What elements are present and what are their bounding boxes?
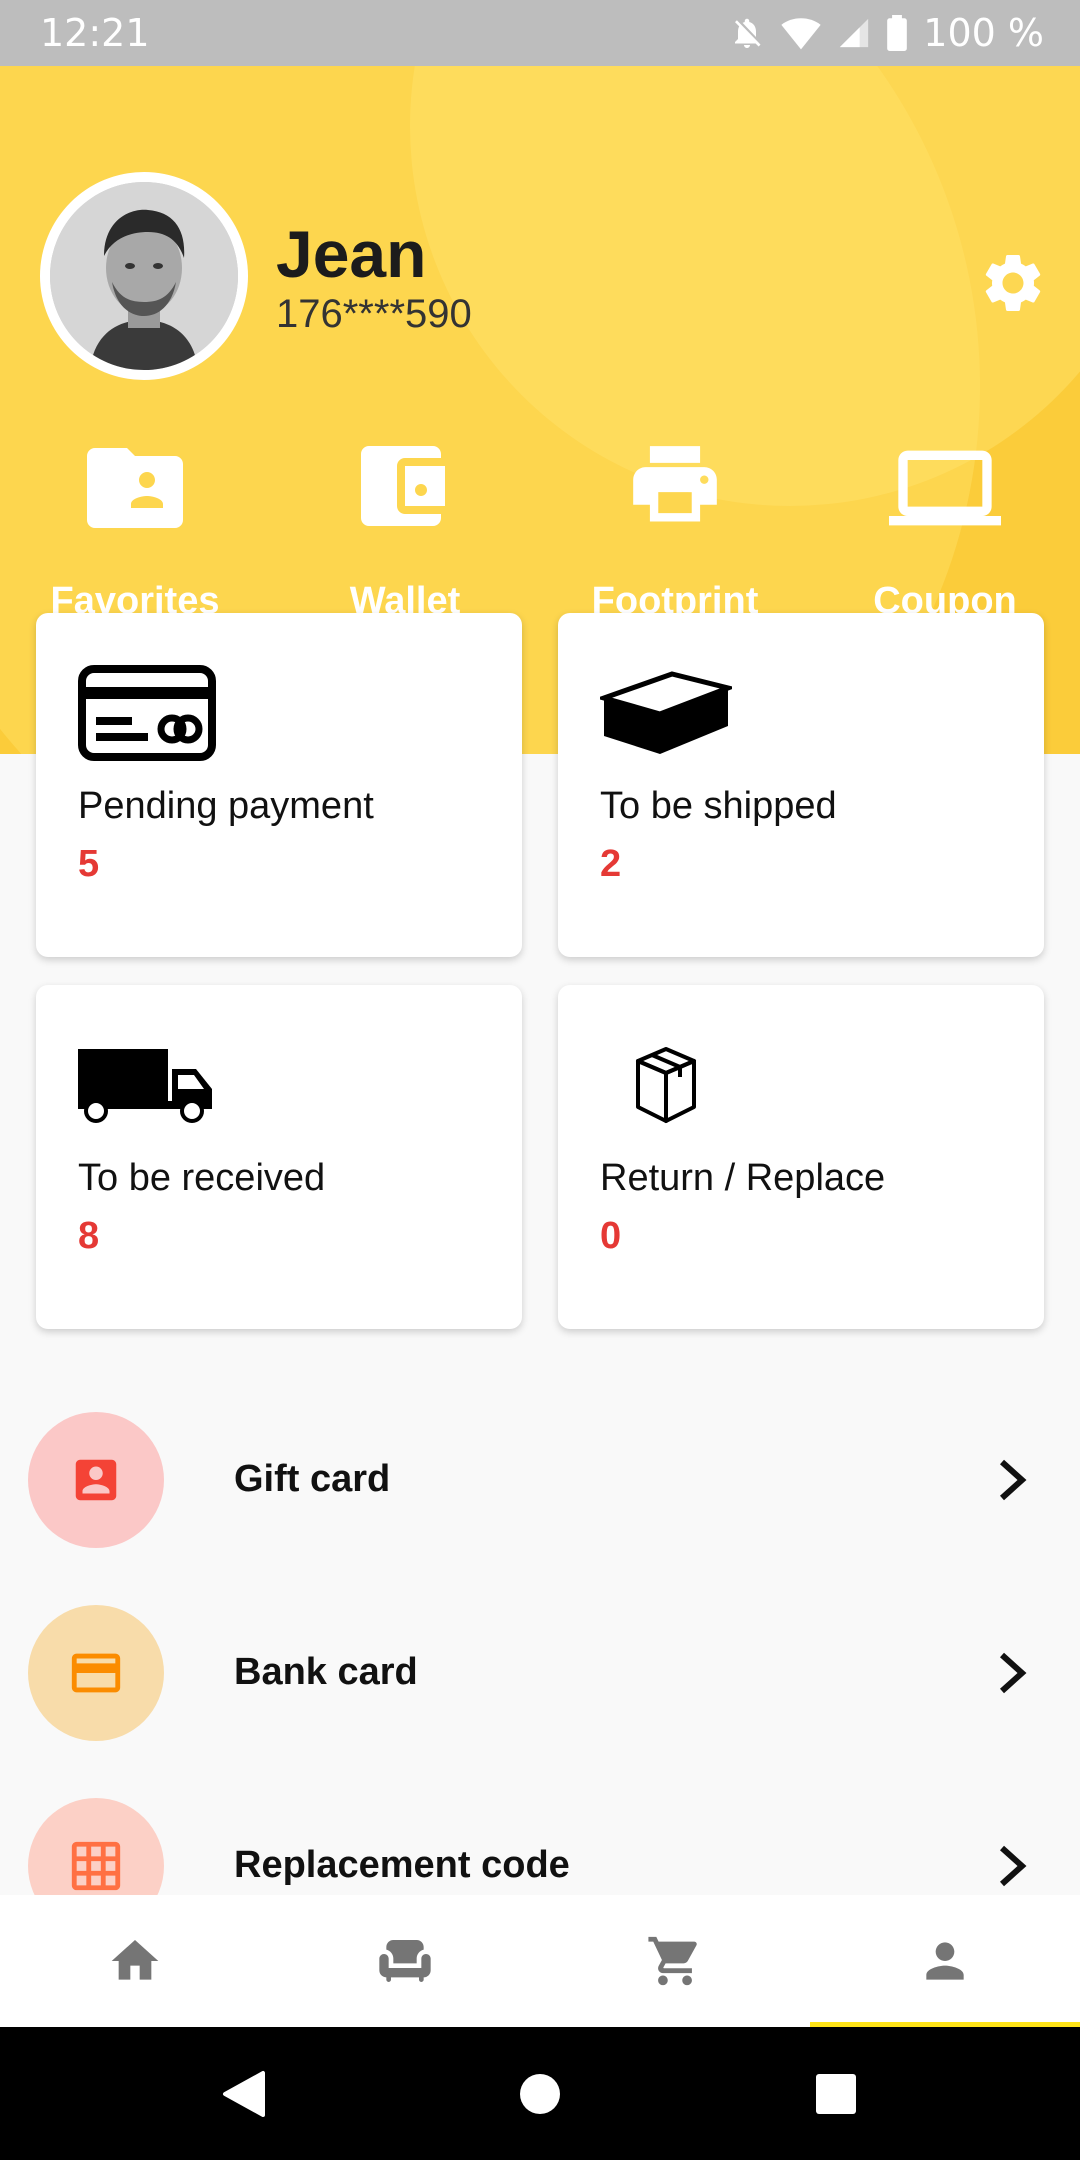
quick-action-coupon[interactable]: Coupon	[810, 438, 1080, 623]
order-card-count: 0	[600, 1215, 622, 1257]
order-card-return-replace[interactable]: Return / Replace 0	[558, 985, 1044, 1329]
status-time: 12:21	[40, 11, 150, 55]
order-card-label: To be received	[78, 1157, 326, 1199]
bank-card-icon	[71, 1653, 121, 1693]
recents-square-icon	[816, 2073, 856, 2114]
order-card-label: To be shipped	[600, 785, 837, 827]
user-phone: 176****590	[276, 292, 472, 336]
bottom-navigation	[0, 1895, 1080, 2027]
menu-item-bank-card[interactable]: Bank card	[0, 1593, 1080, 1786]
order-card-label: Return / Replace	[600, 1157, 886, 1199]
grid-icon	[71, 1841, 121, 1891]
chevron-right-icon	[999, 1652, 1027, 1694]
menu-item-label: Bank card	[234, 1651, 418, 1693]
quick-action-footprint[interactable]: Footprint	[540, 438, 810, 623]
avatar-photo-icon	[50, 182, 238, 370]
chevron-right-icon	[999, 1845, 1027, 1887]
status-bar: 12:21 100 %	[0, 0, 1080, 66]
notifications-off-icon	[735, 18, 761, 48]
order-card-label: Pending payment	[78, 785, 374, 827]
cart-icon	[648, 1936, 697, 1986]
back-triangle-icon	[223, 2070, 265, 2117]
menu-icon-circle	[28, 1412, 164, 1548]
contact-card-icon	[75, 1459, 117, 1501]
nav-furniture[interactable]	[270, 1895, 540, 2027]
system-back-button[interactable]	[96, 2069, 392, 2119]
folder-account-icon	[87, 448, 183, 528]
chair-icon	[379, 1940, 431, 1982]
order-card-count: 5	[78, 843, 100, 885]
order-card-count: 2	[600, 843, 622, 885]
user-name: Jean	[276, 217, 427, 291]
quick-action-wallet[interactable]: Wallet	[270, 438, 540, 623]
order-card-pending-payment[interactable]: Pending payment 5	[36, 613, 522, 957]
signal-icon	[840, 18, 869, 48]
box-icon	[600, 671, 732, 754]
nav-home[interactable]	[0, 1895, 270, 2027]
system-recents-button[interactable]	[688, 2073, 984, 2115]
avatar[interactable]	[40, 172, 248, 380]
wifi-icon	[781, 18, 821, 50]
chevron-right-icon	[999, 1459, 1027, 1501]
wallet-icon	[361, 446, 445, 526]
nav-profile[interactable]	[810, 1895, 1080, 2027]
order-card-to-be-received[interactable]: To be received 8	[36, 985, 522, 1329]
battery-icon	[887, 15, 908, 51]
home-circle-icon	[520, 2073, 560, 2114]
gear-icon	[985, 255, 1041, 311]
printer-icon	[633, 446, 717, 522]
order-status-grid: Pending payment 5 To be shipped 2 To be …	[36, 613, 1044, 1329]
truck-icon	[78, 1049, 212, 1123]
package-icon	[636, 1047, 696, 1123]
system-home-button[interactable]	[392, 2073, 688, 2115]
status-icons: 100 %	[729, 11, 1044, 55]
home-icon	[111, 1940, 159, 1980]
system-navigation-bar	[0, 2027, 1080, 2160]
menu-icon-circle	[28, 1605, 164, 1741]
menu-item-gift-card[interactable]: Gift card	[0, 1400, 1080, 1593]
menu-item-label: Replacement code	[234, 1844, 570, 1886]
laptop-icon	[889, 450, 1001, 526]
settings-button[interactable]	[978, 248, 1048, 318]
quick-action-favorites[interactable]: Favorites	[0, 438, 270, 623]
menu-item-label: Gift card	[234, 1458, 391, 1500]
battery-percent: 100 %	[923, 11, 1044, 55]
quick-actions: Favorites Wallet Footprint Coupon	[0, 438, 1080, 623]
menu-list: Gift card Bank card Replacement code	[0, 1400, 1080, 1979]
order-card-count: 8	[78, 1215, 100, 1257]
credit-card-icon	[78, 665, 216, 761]
nav-cart[interactable]	[540, 1895, 810, 2027]
order-card-to-be-shipped[interactable]: To be shipped 2	[558, 613, 1044, 957]
person-icon	[926, 1942, 964, 1980]
